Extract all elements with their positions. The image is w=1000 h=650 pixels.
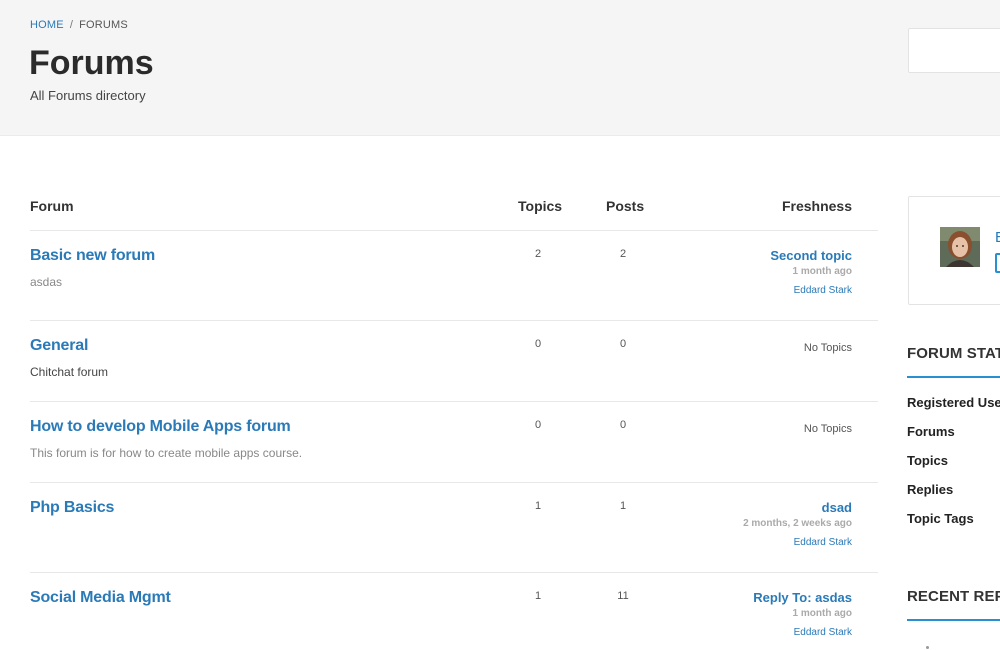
post-count: 0 [619, 419, 627, 431]
table-row: Social Media Mgmt 1 11 Reply To: asdas 1… [30, 573, 878, 650]
breadcrumb-home-link[interactable]: HOME [30, 19, 64, 31]
page-header: HOME / FORUMS Forums All Forums directory [0, 0, 1000, 136]
forum-title-link[interactable]: How to develop Mobile Apps forum [30, 418, 291, 436]
avatar-image [940, 227, 980, 267]
list-bullet [926, 646, 929, 649]
recent-replies-underline [907, 619, 1000, 621]
table-row: How to develop Mobile Apps forum This fo… [30, 402, 878, 483]
topic-count: 2 [534, 248, 542, 260]
user-profile-card: E [908, 196, 1000, 305]
topic-count: 0 [534, 419, 542, 431]
table-row: Php Basics 1 1 dsad 2 months, 2 weeks ag… [30, 483, 878, 573]
fresh-time: 2 months, 2 weeks ago [743, 518, 852, 529]
search-input[interactable] [908, 28, 1000, 73]
freshness-cell: No Topics [804, 338, 852, 356]
fresh-author-link[interactable]: Eddard Stark [743, 537, 852, 548]
topic-count: 1 [534, 590, 542, 602]
stat-replies: Replies [907, 482, 954, 497]
stat-topics: Topics [907, 453, 948, 468]
stat-forums: Forums [907, 424, 955, 439]
table-row: Basic new forum asdas 2 2 Second topic 1… [30, 231, 878, 321]
fresh-time: 1 month ago [792, 266, 852, 277]
forum-title-link[interactable]: Php Basics [30, 499, 114, 517]
forum-description: This forum is for how to create mobile a… [30, 446, 303, 460]
freshness-cell: dsad 2 months, 2 weeks ago Eddard Stark [743, 500, 852, 548]
breadcrumb-separator: / [69, 19, 74, 31]
forum-table: Forum Topics Posts Freshness Basic new f… [30, 190, 878, 650]
fresh-author-link[interactable]: Eddard Stark [753, 627, 852, 638]
forum-description: asdas [30, 275, 63, 289]
page-subtitle: All Forums directory [30, 88, 146, 103]
column-header-topics: Topics [518, 198, 563, 214]
forum-description: Chitchat forum [30, 365, 109, 379]
topic-count: 1 [534, 500, 542, 512]
user-name-link[interactable]: E [995, 229, 1000, 246]
column-header-freshness: Freshness [781, 198, 852, 214]
freshness-cell: Reply To: asdas 1 month ago Eddard Stark [753, 590, 852, 638]
topic-count: 0 [534, 338, 542, 350]
column-header-forum: Forum [30, 198, 74, 214]
freshness-cell: Second topic 1 month ago Eddard Stark [770, 248, 852, 296]
page-title: Forums [29, 44, 154, 82]
stat-topic-tags: Topic Tags [907, 511, 974, 526]
post-count: 11 [617, 590, 629, 602]
forum-stats-title: FORUM STAT [907, 345, 1000, 362]
forum-title-link[interactable]: Social Media Mgmt [30, 589, 171, 607]
breadcrumb: HOME / FORUMS [30, 19, 128, 31]
forum-title-link[interactable]: General [30, 337, 88, 355]
forum-stats-underline [907, 376, 1000, 378]
no-topics-label: No Topics [803, 423, 852, 435]
user-action-button[interactable] [995, 253, 1000, 273]
post-count: 0 [619, 338, 627, 350]
post-count: 1 [619, 500, 627, 512]
forum-title-link[interactable]: Basic new forum [30, 247, 155, 265]
fresh-author-link[interactable]: Eddard Stark [770, 285, 852, 296]
fresh-topic-link[interactable]: dsad [743, 500, 852, 515]
table-header: Forum Topics Posts Freshness [30, 190, 878, 231]
stat-registered-users: Registered Use [907, 395, 1000, 410]
freshness-cell: No Topics [804, 419, 852, 437]
breadcrumb-current: FORUMS [79, 19, 128, 31]
avatar[interactable] [940, 227, 980, 267]
fresh-time: 1 month ago [792, 608, 852, 619]
fresh-topic-link[interactable]: Reply To: asdas [753, 590, 852, 605]
table-row: General Chitchat forum 0 0 No Topics [30, 321, 878, 402]
column-header-posts: Posts [606, 198, 645, 214]
recent-replies-title: RECENT REP [907, 588, 1000, 605]
post-count: 2 [619, 248, 627, 260]
fresh-topic-link[interactable]: Second topic [770, 248, 852, 263]
no-topics-label: No Topics [803, 342, 852, 354]
